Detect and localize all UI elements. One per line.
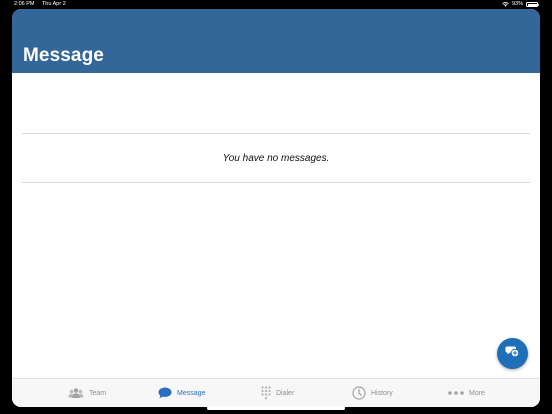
battery-fill (527, 3, 537, 6)
home-indicator[interactable] (207, 406, 345, 410)
new-message-button[interactable] (497, 338, 528, 369)
wifi-icon (502, 2, 509, 7)
status-date: Thu Apr 2 (41, 1, 66, 7)
battery-percent: 93% (511, 1, 523, 7)
tab-history-label: History (371, 389, 393, 397)
status-left: 2:06 PM Thu Apr 2 (14, 0, 72, 9)
team-icon (68, 387, 84, 399)
battery-icon (526, 2, 539, 7)
clock-icon (352, 386, 366, 400)
app-screen: Message You have no messages. Team Messa… (12, 9, 540, 407)
empty-state-message: You have no messages. (222, 153, 330, 164)
tab-message-label: Message (177, 389, 206, 397)
tab-message[interactable]: Message (158, 385, 205, 401)
dialpad-icon (261, 386, 271, 400)
divider-top (22, 133, 530, 134)
message-bubble-icon (158, 387, 172, 399)
page-title: Message (23, 45, 104, 66)
tab-bar: Team Message Dialer History More (12, 378, 540, 407)
new-chat-icon (505, 345, 520, 363)
tab-team[interactable]: Team (68, 385, 106, 401)
tab-dialer-label: Dialer (276, 389, 295, 397)
tab-more[interactable]: More (448, 385, 485, 401)
tab-more-label: More (469, 389, 485, 397)
divider-bottom (22, 182, 530, 183)
header-bar: Message (12, 9, 540, 73)
status-bar: 2:06 PM Thu Apr 2 93% (0, 0, 552, 9)
status-time: 2:06 PM (14, 1, 35, 7)
tab-dialer[interactable]: Dialer (261, 385, 294, 401)
status-right: 93% (502, 0, 539, 9)
tab-history[interactable]: History (352, 385, 393, 401)
tab-team-label: Team (89, 389, 107, 397)
more-dots-icon (448, 390, 464, 396)
